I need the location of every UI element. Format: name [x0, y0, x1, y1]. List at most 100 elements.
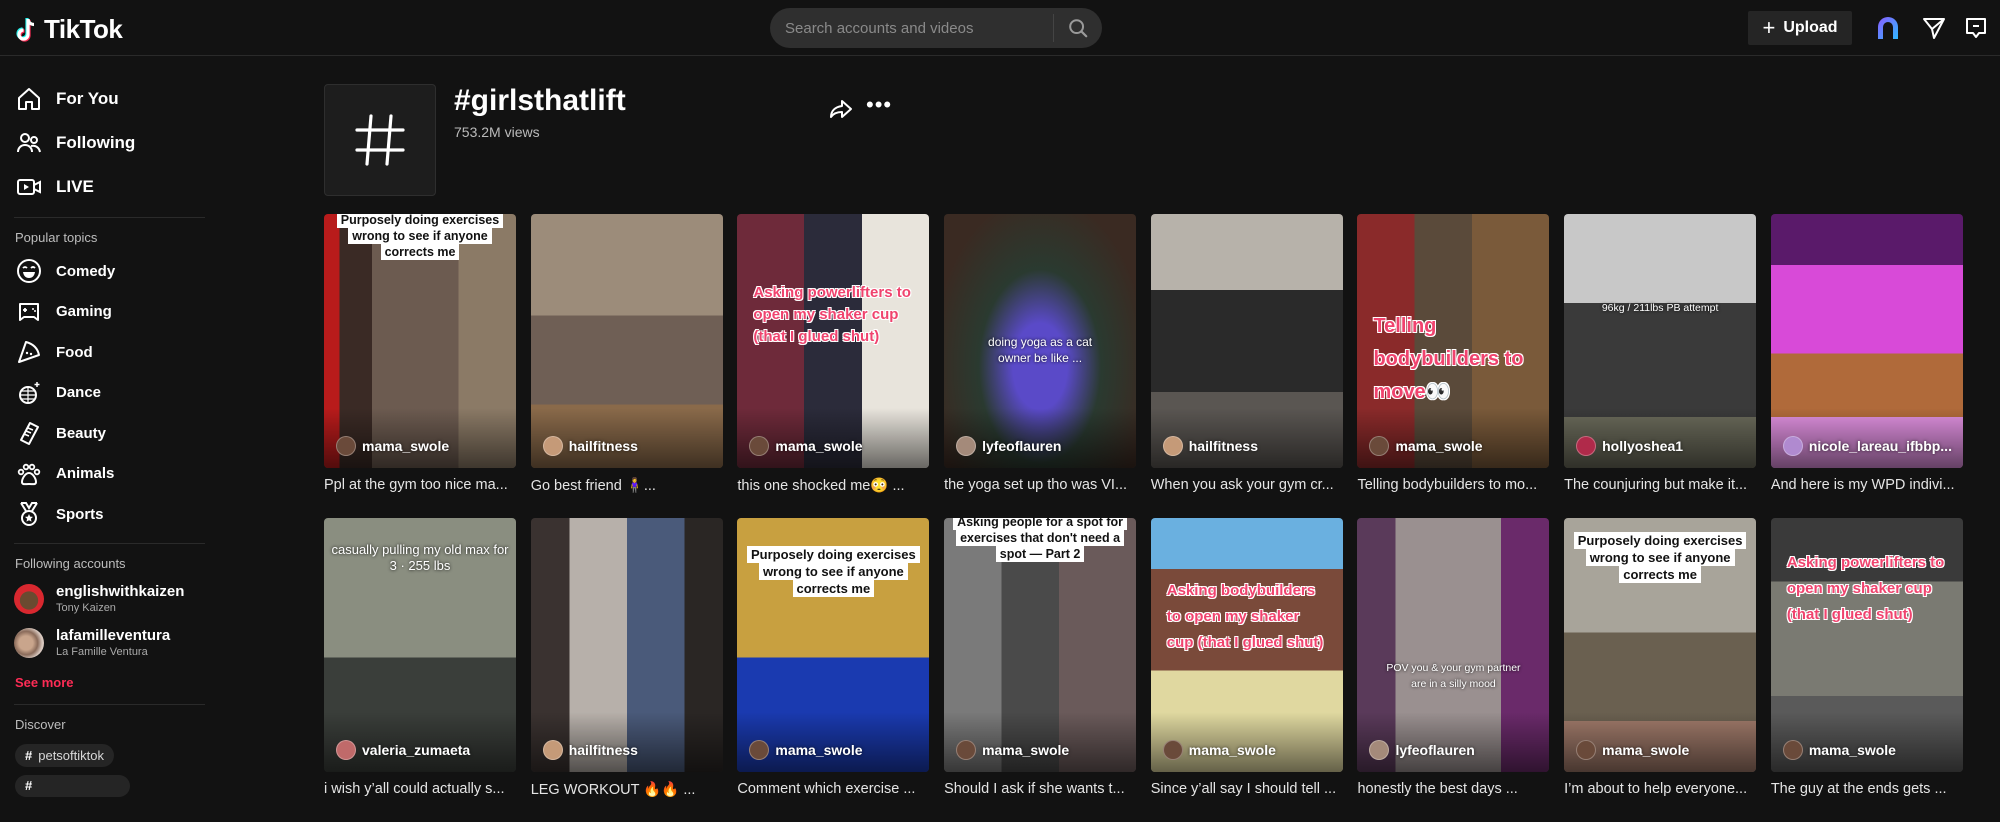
topic-dance[interactable]: Dance: [0, 373, 215, 414]
video-author[interactable]: mama_swole: [749, 436, 863, 456]
video-author[interactable]: lyfeoflauren: [1369, 740, 1475, 760]
share-icon[interactable]: [828, 96, 854, 122]
video-caption[interactable]: LEG WORKOUT 🔥🔥 ...: [531, 781, 723, 798]
upload-button[interactable]: + Upload: [1748, 11, 1852, 45]
video-caption[interactable]: Should I ask if she wants t...: [944, 781, 1136, 797]
video-author[interactable]: mama_swole: [1576, 740, 1689, 760]
video-thumbnail[interactable]: hailfitness: [530, 214, 723, 468]
video-caption[interactable]: Telling bodybuilders to mo...: [1357, 477, 1549, 493]
messages-button[interactable]: [1920, 14, 1948, 42]
top-navigation-bar: TikTok + Upload: [0, 0, 2000, 56]
thumbnail-overlay-text: doing yoga as a cat owner be like ...: [988, 335, 1093, 365]
video-thumbnail[interactable]: Purposely doing exercises wrong to see i…: [1564, 518, 1757, 772]
video-thumbnail[interactable]: Asking powerlifters to open my shaker cu…: [737, 214, 930, 468]
author-avatar: [1369, 436, 1390, 456]
topic-gaming[interactable]: Gaming: [0, 292, 215, 333]
video-card[interactable]: hailfitness Go best friend 🧍‍♀️...: [530, 214, 723, 518]
video-card[interactable]: casually pulling my old max for 3 · 255 …: [324, 518, 516, 822]
video-author[interactable]: nicole_lareau_ifbbp...: [1782, 436, 1952, 456]
video-thumbnail[interactable]: Asking bodybuilders to open my shaker cu…: [1150, 518, 1343, 772]
video-card[interactable]: Purposely doing exercises wrong to see i…: [1564, 518, 1757, 822]
topic-beauty[interactable]: Beauty: [0, 413, 215, 454]
video-card[interactable]: POV you & your gym partner are in a sill…: [1357, 518, 1550, 822]
topic-animals[interactable]: Animals: [0, 454, 215, 495]
video-caption[interactable]: honestly the best days ...: [1357, 781, 1549, 797]
video-thumbnail[interactable]: hailfitness: [530, 518, 723, 772]
video-author[interactable]: valeria_zumaeta: [336, 740, 470, 760]
topic-label: Comedy: [56, 262, 116, 280]
send-paper-plane-icon: [1923, 18, 1945, 39]
nav-for-you[interactable]: For You: [0, 77, 215, 121]
topic-label: Sports: [56, 505, 104, 523]
video-author[interactable]: hailfitness: [542, 436, 638, 456]
video-author[interactable]: hollyoshea1: [1576, 436, 1683, 456]
video-card[interactable]: Asking powerlifters to open my shaker cu…: [737, 214, 930, 518]
users-icon: [17, 133, 41, 153]
video-thumbnail[interactable]: 96kg / 211lbs PB attempt hollyoshea1: [1564, 214, 1757, 468]
author-avatar: [542, 740, 563, 760]
discover-tag[interactable]: # petsoftiktok: [15, 743, 114, 767]
video-card[interactable]: Asking people for a spot for exercises t…: [944, 518, 1137, 822]
video-thumbnail[interactable]: Asking people for a spot for exercises t…: [944, 518, 1137, 772]
video-caption[interactable]: When you ask your gym cr...: [1151, 477, 1343, 493]
video-author[interactable]: mama_swole: [749, 740, 863, 760]
effect-house-button[interactable]: [1874, 14, 1902, 42]
video-caption[interactable]: Ppl at the gym too nice ma...: [324, 477, 516, 493]
video-author[interactable]: hailfitness: [542, 740, 638, 760]
video-caption[interactable]: The guy at the ends gets ...: [1771, 781, 1963, 797]
video-caption[interactable]: And here is my WPD indivi...: [1771, 477, 1963, 493]
nav-live[interactable]: LIVE: [0, 165, 215, 209]
video-caption[interactable]: this one shocked me😳 ...: [737, 477, 929, 494]
video-caption[interactable]: the yoga set up tho was VI...: [944, 477, 1136, 493]
author-avatar: [1369, 740, 1390, 760]
account-username: lafamilleventura: [56, 627, 171, 644]
video-author[interactable]: mama_swole: [336, 436, 449, 456]
video-caption[interactable]: Comment which exercise ...: [737, 781, 929, 797]
account-lafamilleventura[interactable]: lafamilleventura La Famille Ventura: [0, 621, 215, 665]
avatar: [14, 583, 44, 614]
search-input[interactable]: [770, 19, 1053, 37]
video-author[interactable]: mama_swole: [1782, 740, 1896, 760]
video-thumbnail[interactable]: POV you & your gym partner are in a sill…: [1357, 518, 1550, 772]
video-caption[interactable]: I’m about to help everyone...: [1564, 781, 1756, 797]
topic-food[interactable]: Food: [0, 332, 215, 373]
video-caption[interactable]: The counjuring but make it...: [1564, 477, 1756, 493]
account-englishwithkaizen[interactable]: englishwithkaizen Tony Kaizen: [0, 577, 215, 621]
video-caption[interactable]: Since y’all say I should tell ...: [1151, 781, 1343, 797]
video-author[interactable]: mama_swole: [1162, 740, 1276, 760]
video-card[interactable]: hailfitness When you ask your gym cr...: [1150, 214, 1343, 518]
video-caption[interactable]: Go best friend 🧍‍♀️...: [531, 477, 723, 494]
video-card[interactable]: 96kg / 211lbs PB attempt hollyoshea1 The…: [1564, 214, 1757, 518]
video-thumbnail[interactable]: casually pulling my old max for 3 · 255 …: [324, 518, 516, 772]
video-card[interactable]: nicole_lareau_ifbbp... And here is my WP…: [1770, 214, 1963, 518]
video-thumbnail[interactable]: Purposely doing exercises wrong to see i…: [737, 518, 930, 772]
video-thumbnail[interactable]: Purposely doing exercises wrong to see i…: [324, 214, 516, 468]
video-author[interactable]: lyfeoflauren: [956, 436, 1061, 456]
video-card[interactable]: hailfitness LEG WORKOUT 🔥🔥 ...: [530, 518, 723, 822]
video-author[interactable]: mama_swole: [1369, 436, 1483, 456]
topic-comedy[interactable]: Comedy: [0, 251, 215, 292]
topic-sports[interactable]: Sports: [0, 494, 215, 535]
nav-following[interactable]: Following: [0, 121, 215, 165]
video-card[interactable]: doing yoga as a cat owner be like ... ly…: [944, 214, 1137, 518]
discover-tag[interactable]: #: [15, 774, 130, 797]
video-thumbnail[interactable]: doing yoga as a cat owner be like ... ly…: [944, 214, 1137, 468]
video-card[interactable]: Purposely doing exercises wrong to see i…: [737, 518, 930, 822]
inbox-button[interactable]: [1962, 14, 1990, 42]
video-author[interactable]: mama_swole: [956, 740, 1069, 760]
video-thumbnail[interactable]: Asking powerlifters to open my shaker cu…: [1770, 518, 1963, 772]
search-button[interactable]: [1054, 8, 1102, 48]
video-card[interactable]: Asking bodybuilders to open my shaker cu…: [1150, 518, 1343, 822]
video-card[interactable]: Asking powerlifters to open my shaker cu…: [1770, 518, 1963, 822]
video-card[interactable]: Purposely doing exercises wrong to see i…: [324, 214, 516, 518]
see-more-link[interactable]: See more: [0, 675, 215, 690]
video-card[interactable]: Telling bodybuilders to move👀 mama_swole…: [1357, 214, 1550, 518]
video-thumbnail[interactable]: nicole_lareau_ifbbp...: [1770, 214, 1963, 468]
video-caption[interactable]: i wish y’all could actually s...: [324, 781, 516, 797]
video-thumbnail[interactable]: hailfitness: [1150, 214, 1343, 468]
more-options-icon[interactable]: •••: [866, 94, 892, 116]
video-thumbnail[interactable]: Telling bodybuilders to move👀 mama_swole: [1357, 214, 1550, 468]
tiktok-logo[interactable]: TikTok: [14, 14, 123, 45]
video-author[interactable]: hailfitness: [1162, 436, 1258, 456]
disco-ball-icon: [19, 381, 40, 404]
